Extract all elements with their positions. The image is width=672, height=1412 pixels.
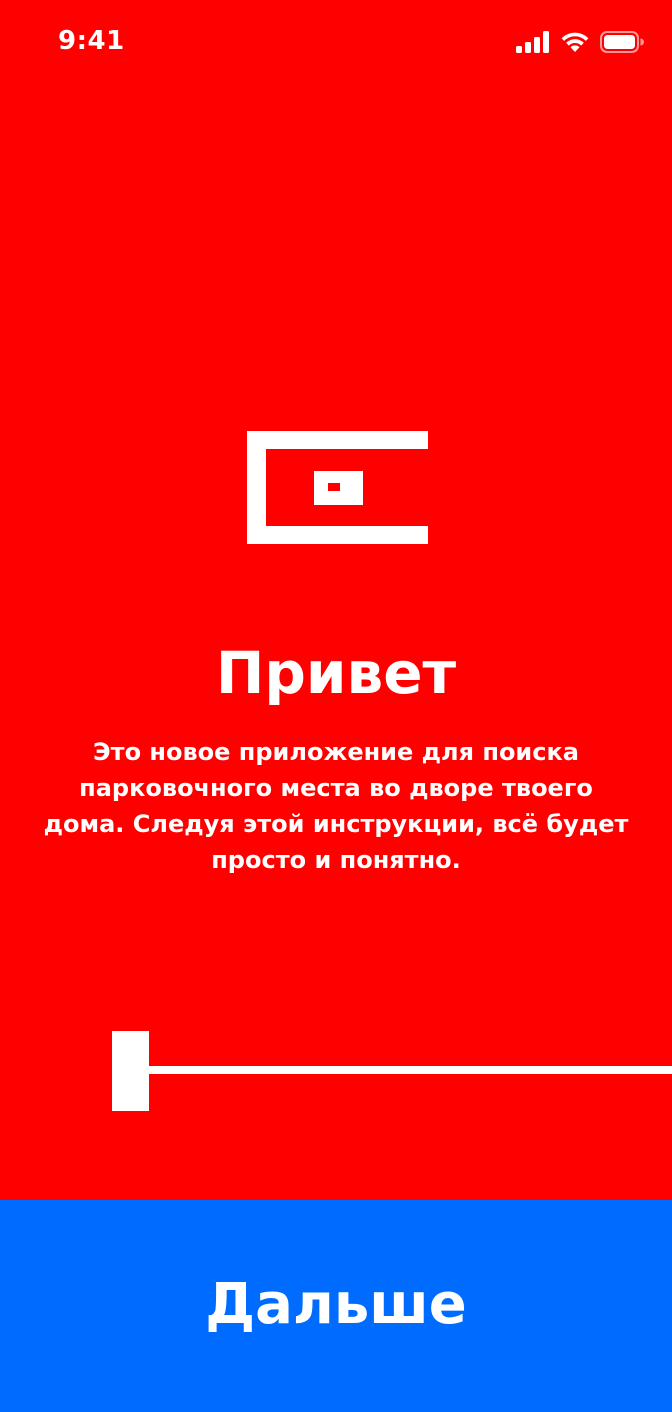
onboarding-screen: 9:41 Привет Это новое приложение для пои… bbox=[0, 0, 672, 1412]
wifi-icon bbox=[560, 31, 590, 53]
welcome-panel bbox=[0, 0, 672, 1200]
onboarding-progress-indicator bbox=[112, 1031, 149, 1111]
status-time: 9:41 bbox=[58, 26, 125, 56]
onboarding-progress-track bbox=[148, 1066, 672, 1074]
cellular-signal-icon bbox=[516, 31, 550, 53]
welcome-description: Это новое приложение для поиска парковоч… bbox=[43, 738, 629, 874]
parking-p-icon bbox=[247, 431, 428, 544]
battery-icon bbox=[600, 31, 644, 53]
next-button[interactable] bbox=[0, 1200, 672, 1412]
status-icons bbox=[516, 28, 644, 56]
welcome-title: Привет bbox=[215, 639, 457, 707]
status-bar: 9:41 bbox=[0, 0, 672, 88]
